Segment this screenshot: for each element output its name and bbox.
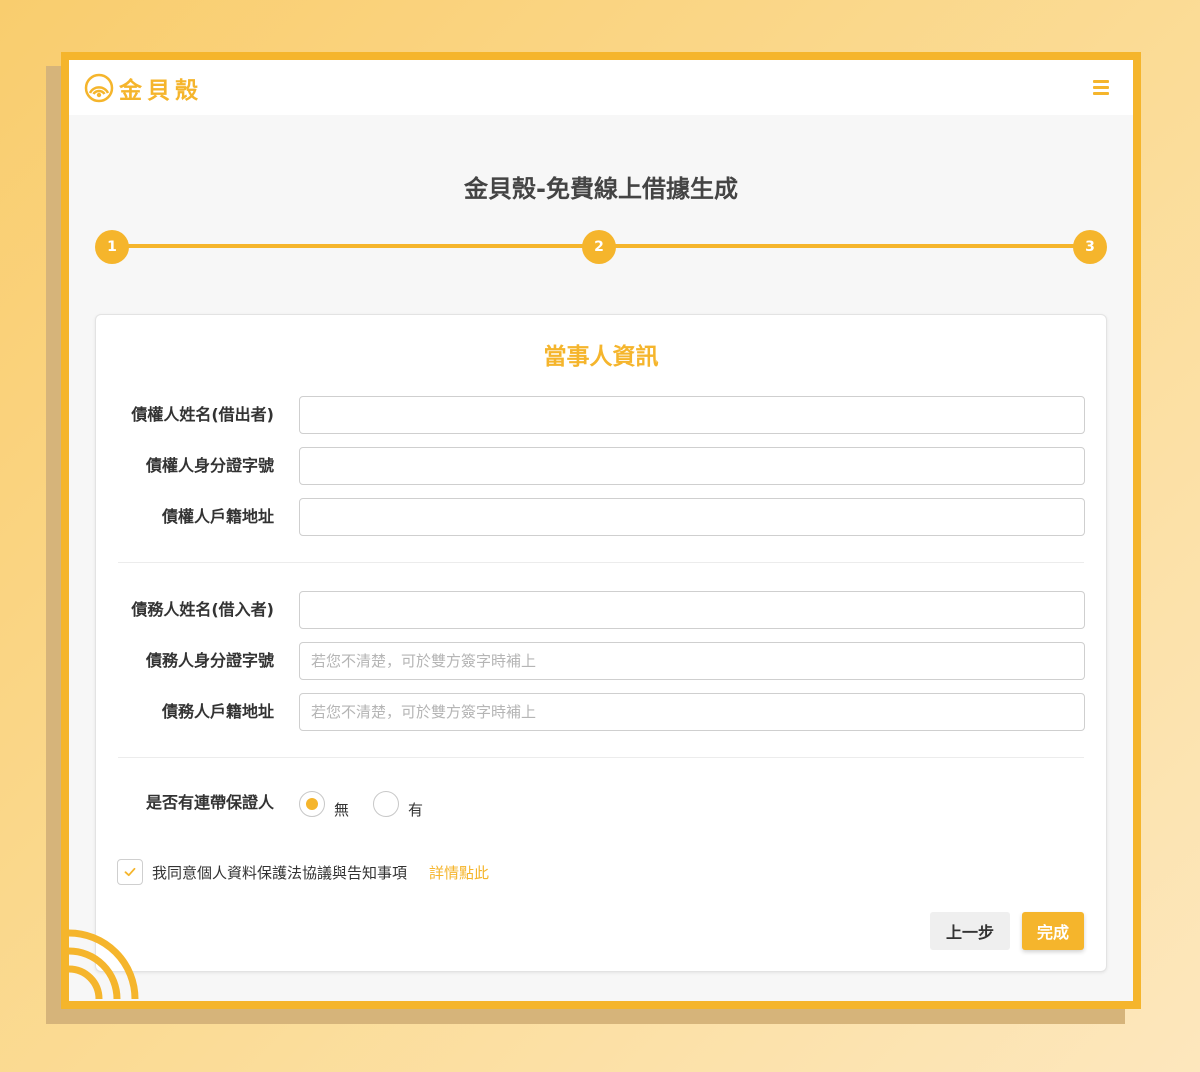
creditor-address-row: 債權人戶籍地址 <box>96 497 1106 537</box>
party-info-card: 當事人資訊 債權人姓名(借出者) 債權人身分證字號 債權人戶籍地址 債務人姓名(… <box>95 314 1107 972</box>
brand-name: 金貝殼 <box>119 77 203 104</box>
privacy-agreement: 我同意個人資料保護法協議與告知事項 詳情點此 <box>117 859 489 885</box>
debtor-address-row: 債務人戶籍地址 <box>96 692 1106 732</box>
section-divider <box>118 562 1084 563</box>
guarantor-option-label: 有 <box>408 801 424 819</box>
creditor-address-input[interactable] <box>299 498 1085 536</box>
shell-icon <box>84 73 114 102</box>
checkmark-icon <box>124 867 136 877</box>
guarantor-label: 是否有連帶保證人 <box>145 793 274 812</box>
agree-text: 我同意個人資料保護法協議與告知事項 <box>152 863 408 882</box>
progress-stepper: 1 2 3 <box>95 227 1107 267</box>
hamburger-menu-icon[interactable] <box>1093 78 1115 98</box>
section-divider <box>118 757 1084 758</box>
debtor-name-input[interactable] <box>299 591 1085 629</box>
step-3: 3 <box>1073 230 1107 264</box>
guarantor-option-none[interactable]: 無 <box>299 787 349 820</box>
radio-unchecked-icon[interactable] <box>373 790 400 817</box>
creditor-id-label: 債權人身分證字號 <box>145 456 274 475</box>
card-title: 當事人資訊 <box>543 344 659 370</box>
step-2: 2 <box>582 230 616 264</box>
step-1: 1 <box>95 230 129 264</box>
debtor-address-input[interactable] <box>299 693 1085 731</box>
agree-checkbox[interactable] <box>117 859 143 885</box>
brand-logo[interactable]: 金貝殼 <box>83 71 203 105</box>
agreement-details-link[interactable]: 詳情點此 <box>429 862 489 883</box>
top-navbar: 金貝殼 <box>69 60 1133 115</box>
finish-button[interactable]: 完成 <box>1022 912 1084 950</box>
creditor-name-input[interactable] <box>299 396 1085 434</box>
debtor-id-input[interactable] <box>299 642 1085 680</box>
creditor-id-row: 債權人身分證字號 <box>96 446 1106 486</box>
debtor-name-label: 債務人姓名(借入者) <box>131 600 274 619</box>
debtor-id-row: 債務人身分證字號 <box>96 641 1106 681</box>
guarantor-option-label: 無 <box>334 801 350 819</box>
debtor-id-label: 債務人身分證字號 <box>145 651 274 670</box>
guarantor-row: 是否有連帶保證人 無 有 <box>96 783 1106 823</box>
debtor-address-label: 債務人戶籍地址 <box>161 702 274 721</box>
guarantor-radio-group: 無 有 <box>299 787 447 820</box>
creditor-address-label: 債權人戶籍地址 <box>161 507 274 526</box>
creditor-id-input[interactable] <box>299 447 1085 485</box>
app-frame: 金貝殼 金貝殼-免費線上借據生成 1 2 3 當事人資訊 債權人姓名(借出者) … <box>61 52 1141 1009</box>
page-title: 金貝殼-免費線上借據生成 <box>464 175 738 203</box>
radio-checked-icon[interactable] <box>299 790 325 817</box>
guarantor-option-yes[interactable]: 有 <box>373 787 423 820</box>
shell-rings-decoration <box>69 929 139 1000</box>
debtor-name-row: 債務人姓名(借入者) <box>96 590 1106 630</box>
creditor-name-row: 債權人姓名(借出者) <box>96 395 1106 435</box>
prev-step-button[interactable]: 上一步 <box>930 912 1010 950</box>
creditor-name-label: 債權人姓名(借出者) <box>131 405 274 424</box>
